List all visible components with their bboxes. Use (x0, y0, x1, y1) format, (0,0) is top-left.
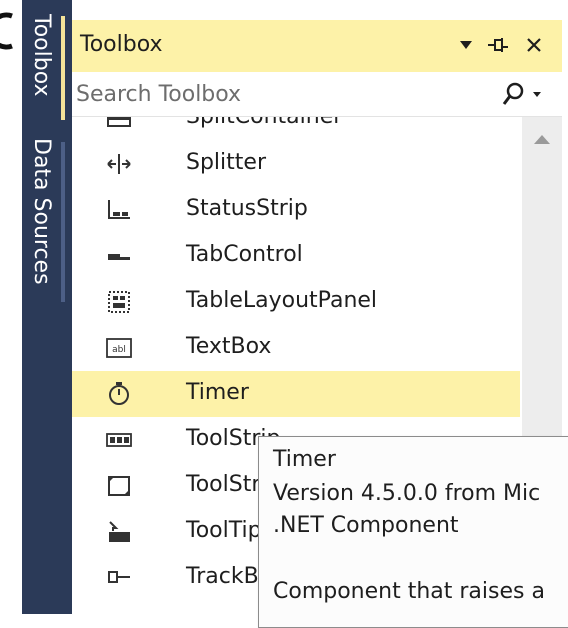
toolbox-item-statusstrip[interactable]: StatusStrip (72, 187, 520, 233)
toolbox-item-label: Splitter (186, 150, 266, 175)
timer-icon (109, 382, 129, 405)
tooltip-version: Version 4.5.0.0 from Mic (273, 481, 541, 506)
side-tab-toolbox[interactable]: Toolbox (22, 14, 72, 124)
toolbox-item-splitcontainer[interactable]: SplitContainer (72, 117, 520, 141)
window-position-button[interactable] (452, 30, 480, 60)
scroll-up-arrow-icon[interactable] (530, 131, 554, 147)
toolbox-item-textbox[interactable]: abl TextBox (72, 325, 520, 371)
toolbox-item-label: Timer (186, 380, 249, 405)
item-tooltip: Timer Version 4.5.0.0 from Mic .NET Comp… (258, 436, 568, 628)
pin-icon (488, 38, 508, 52)
auto-hide-pin-button[interactable] (484, 30, 512, 60)
close-icon (527, 38, 541, 52)
toolbox-item-label: ToolTip (186, 518, 262, 543)
side-tab-data-sources[interactable]: Data Sources (22, 138, 72, 308)
textbox-icon: abl (106, 338, 132, 358)
toolbox-title-bar[interactable]: Toolbox (72, 20, 562, 72)
cropped-logo-glyph (0, 12, 13, 50)
side-tab-data-sources-label: Data Sources (29, 138, 54, 285)
close-button[interactable] (520, 30, 548, 60)
trackbar-icon (108, 571, 130, 583)
status-strip-icon (108, 200, 130, 219)
toolbox-item-label: SplitContainer (186, 117, 342, 129)
tooltip-description: Component that raises a (273, 579, 545, 604)
chevron-down-icon (533, 92, 541, 97)
search-bar (72, 72, 562, 117)
table-layout-panel-icon (108, 291, 130, 313)
toolstrip-container-icon (108, 476, 130, 496)
toolbox-item-timer[interactable]: Timer (72, 371, 520, 417)
search-input[interactable] (76, 78, 486, 110)
toolbox-item-splitter[interactable]: Splitter (72, 141, 520, 187)
splitter-icon (107, 154, 131, 174)
toolbox-title: Toolbox (80, 32, 163, 57)
search-icon (502, 82, 524, 105)
toolbox-item-tabcontrol[interactable]: TabControl (72, 233, 520, 279)
search-button[interactable] (492, 78, 552, 110)
tooltip-icon (109, 521, 130, 542)
tooltip-title: Timer (273, 447, 336, 472)
toolbox-item-label: TableLayoutPanel (186, 288, 378, 313)
toolbox-item-label: TabControl (186, 242, 303, 267)
side-tab-strip: Toolbox Data Sources (22, 0, 72, 614)
toolstrip-icon (106, 433, 132, 447)
tab-control-icon (108, 254, 130, 260)
toolbox-item-tablelayoutpanel[interactable]: TableLayoutPanel (72, 279, 520, 325)
split-container-icon (107, 117, 131, 127)
side-tab-toolbox-label: Toolbox (29, 14, 54, 97)
toolbox-item-label: TextBox (186, 334, 272, 359)
caret-down-icon (460, 41, 472, 49)
active-tab-indicator (61, 16, 65, 120)
tooltip-kind: .NET Component (273, 513, 459, 538)
svg-text:abl: abl (112, 345, 126, 355)
tab-indicator (61, 142, 65, 302)
toolbox-item-label: StatusStrip (186, 196, 308, 221)
